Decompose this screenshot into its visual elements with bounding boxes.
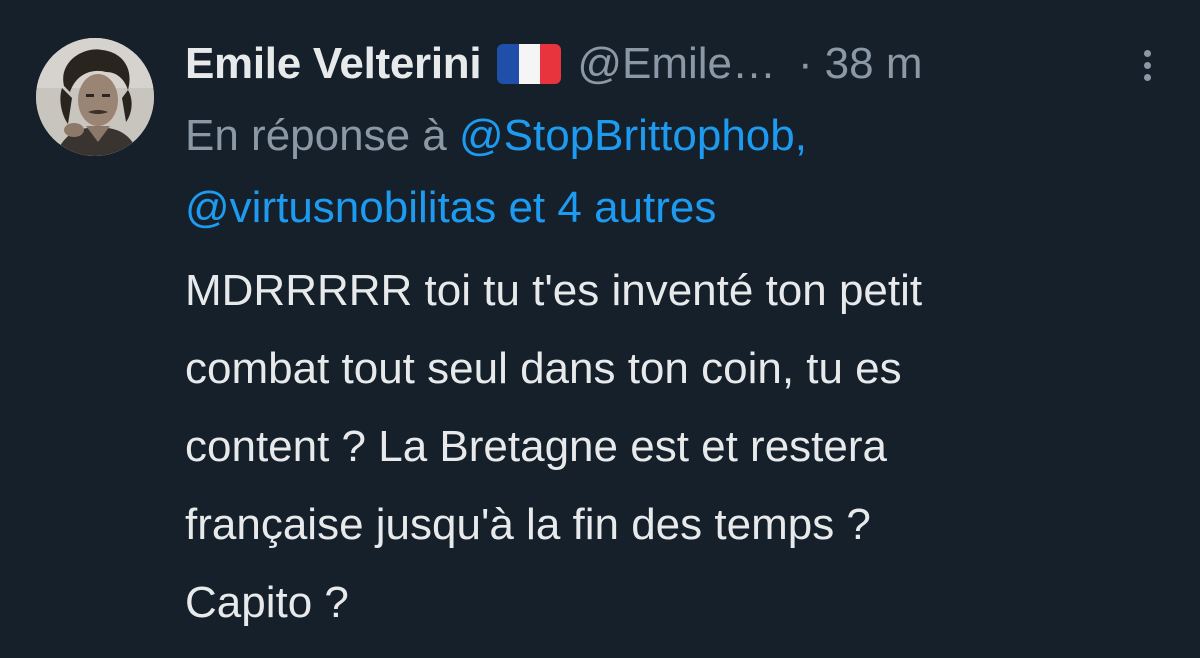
tweet-text-line: MDRRRRR toi tu t'es inventé ton petit xyxy=(185,266,923,315)
tweet-text-line: content ? La Bretagne est et restera xyxy=(185,422,888,471)
more-vertical-icon[interactable] xyxy=(1142,50,1152,84)
separator-dot: · xyxy=(798,39,813,88)
tweet[interactable]: Emile Velterini @Emile… · 38 m En répons… xyxy=(0,0,1200,658)
tweet-text-line: combat tout seul dans ton coin, tu es xyxy=(185,344,902,393)
tweet-text: MDRRRRR toi tu t'es inventé ton petit co… xyxy=(185,252,1175,642)
tweet-text-line: Capito ? xyxy=(185,578,349,627)
author-display-name[interactable]: Emile Velterini xyxy=(185,39,482,89)
avatar[interactable] xyxy=(36,38,154,156)
avatar-photo xyxy=(36,38,154,156)
tweet-text-line: française jusqu'à la fin des temps ? xyxy=(185,500,871,549)
french-flag-icon xyxy=(497,44,562,84)
reply-prefix: En réponse à xyxy=(185,111,447,160)
mention-link-1[interactable]: @StopBrittophob, xyxy=(459,111,807,160)
mention-link-2[interactable]: @virtusnobilitas et 4 autres xyxy=(185,183,716,232)
tweet-timestamp[interactable]: 38 m xyxy=(825,39,923,89)
reply-context: En réponse à @StopBrittophob, @virtusnob… xyxy=(185,100,1175,244)
tweet-header: Emile Velterini @Emile… · 38 m xyxy=(185,34,1175,94)
author-handle[interactable]: @Emile… xyxy=(577,39,776,89)
